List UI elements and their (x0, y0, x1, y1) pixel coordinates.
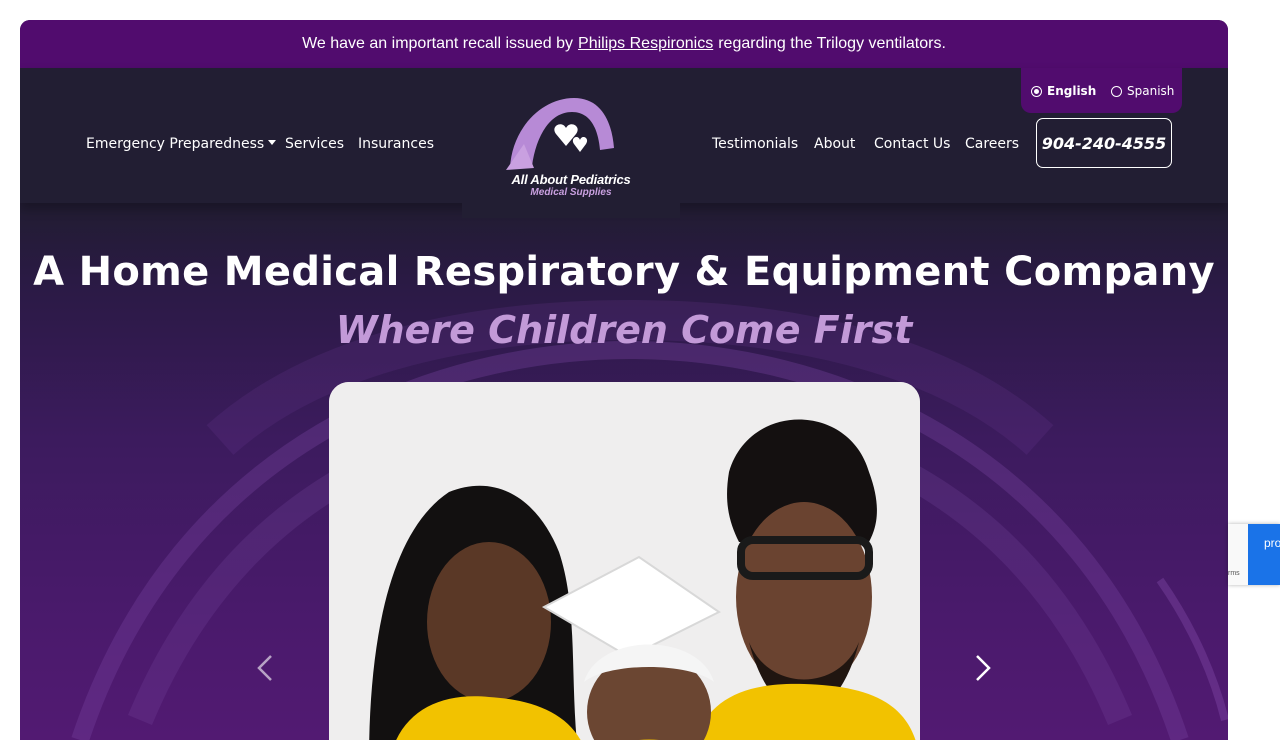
family-photo-illustration (329, 382, 920, 740)
recaptcha-label: pro (1264, 536, 1280, 550)
language-option-english[interactable]: English (1031, 84, 1096, 98)
nav-testimonials[interactable]: Testimonials (712, 135, 798, 153)
phone-number-button[interactable]: 904-240-4555 (1036, 118, 1172, 168)
nav-services[interactable]: Services (285, 135, 344, 153)
radio-unselected-icon (1111, 85, 1122, 97)
recaptcha-panel (1248, 524, 1280, 585)
nav-contact-us[interactable]: Contact Us (874, 135, 950, 153)
nav-about[interactable]: About (814, 135, 855, 153)
logo-company-name: All About Pediatrics (511, 172, 631, 187)
recaptcha-badge[interactable]: pro rms (1228, 524, 1280, 585)
language-spanish-label: Spanish (1127, 84, 1175, 98)
carousel-next-button[interactable] (966, 652, 998, 684)
nav-emergency-label: Emergency Preparedness (86, 136, 265, 152)
nav-emergency-preparedness[interactable]: Emergency Preparedness (86, 135, 277, 153)
page-frame: We have an important recall issued by Ph… (20, 20, 1228, 740)
dropdown-caret-icon (268, 140, 277, 145)
logo-arch-hearts-icon (506, 98, 614, 170)
chevron-right-icon (976, 655, 991, 681)
carousel-family-photo (329, 382, 920, 740)
nav-careers[interactable]: Careers (965, 135, 1019, 153)
language-english-label: English (1047, 84, 1097, 98)
language-option-spanish[interactable]: Spanish (1111, 84, 1174, 98)
hero-title: A Home Medical Respiratory & Equipment C… (33, 249, 1215, 295)
chevron-left-icon (257, 655, 272, 681)
logo-subtitle: Medical Supplies (530, 187, 612, 198)
language-selector: English Spanish (1021, 68, 1182, 113)
recall-announcement-bar: We have an important recall issued by Ph… (20, 20, 1228, 68)
recall-text-prefix: We have an important recall issued by (302, 35, 574, 52)
recaptcha-terms-link[interactable]: rms (1228, 570, 1240, 577)
company-logo[interactable]: All About Pediatrics Medical Supplies (462, 88, 680, 218)
recall-text-suffix: regarding the Trilogy ventilators. (718, 35, 946, 52)
hero-tagline: Where Children Come First (335, 308, 913, 352)
carousel-prev-button[interactable] (250, 652, 282, 684)
philips-respironics-link[interactable]: Philips Respironics (578, 35, 713, 53)
nav-insurances[interactable]: Insurances (358, 135, 434, 153)
radio-selected-icon (1031, 85, 1042, 97)
